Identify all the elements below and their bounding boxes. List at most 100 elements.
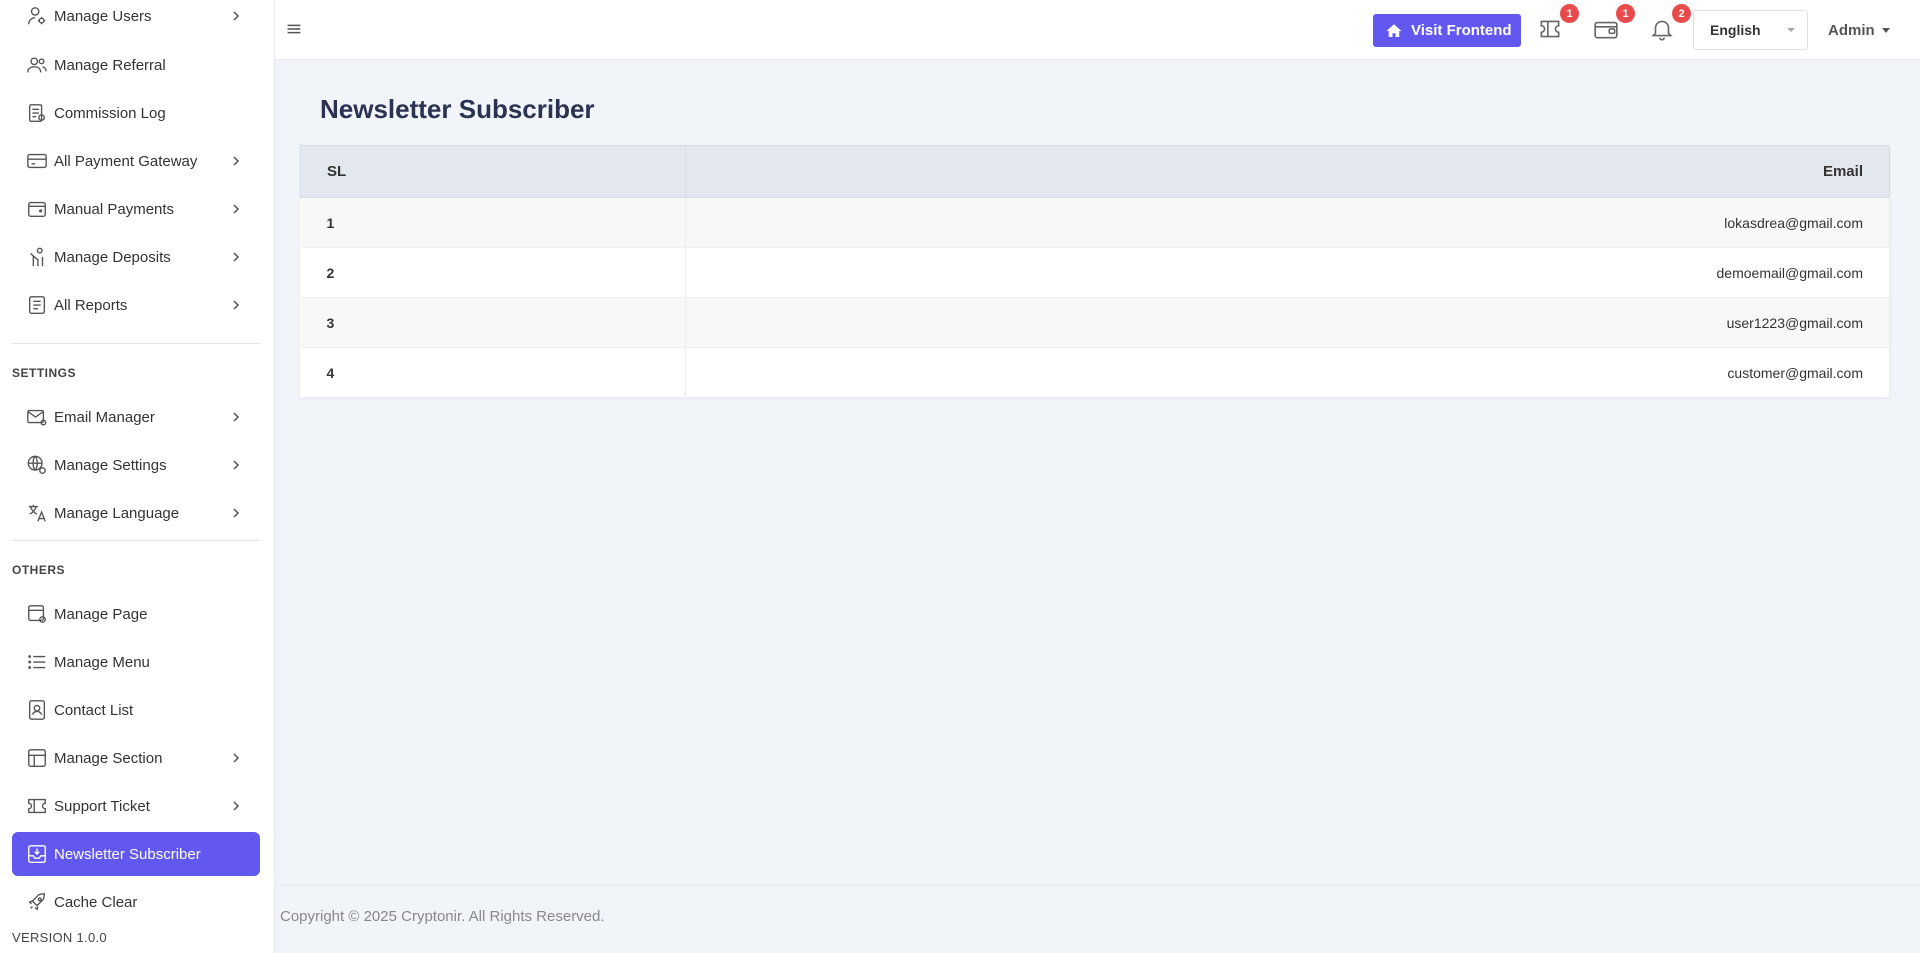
sidebar-divider: [12, 343, 260, 344]
footer: Copyright © 2025 Cryptonir. All Rights R…: [275, 885, 1920, 953]
admin-name: Admin: [1828, 22, 1875, 39]
sidebar-item-manage-language[interactable]: Manage Language: [12, 491, 260, 535]
chevron-right-icon: [233, 300, 240, 310]
sidebar-item-contact-list[interactable]: Contact List: [12, 688, 260, 732]
notification-badge: 2: [1672, 4, 1691, 23]
sidebar-item-label: Manage Deposits: [54, 248, 171, 266]
table-row: 4 customer@gmail.com: [300, 347, 1890, 398]
chevron-right-icon: [233, 11, 240, 21]
sidebar-item-label: Manage Referral: [54, 56, 166, 74]
ticket-icon: [24, 793, 50, 819]
sidebar-item-label: Contact List: [54, 701, 134, 719]
layout-icon: [24, 745, 50, 771]
sidebar-item-label: Cache Clear: [54, 893, 138, 911]
rocket-icon: [24, 889, 50, 915]
report-icon: [24, 292, 50, 318]
hamburger-menu-icon[interactable]: [283, 18, 305, 40]
chevron-right-icon: [233, 204, 240, 214]
globe-gear-icon: [24, 452, 50, 478]
sidebar-divider: [12, 540, 260, 541]
chevron-right-icon: [233, 156, 240, 166]
column-header-sl: SL: [300, 145, 686, 198]
chevron-right-icon: [233, 508, 240, 518]
table-row: 3 user1223@gmail.com: [300, 297, 1890, 348]
cell-email: customer@gmail.com: [685, 347, 1890, 398]
contact-icon: [24, 697, 50, 723]
sidebar-item-label: All Reports: [54, 296, 128, 314]
chevron-right-icon: [233, 753, 240, 763]
ticket-icon[interactable]: 1: [1537, 4, 1579, 44]
page-title: Newsletter Subscriber: [320, 94, 595, 124]
chevron-right-icon: [233, 412, 240, 422]
table-row: 2 demoemail@gmail.com: [300, 247, 1890, 298]
chevron-down-icon: [1881, 28, 1890, 33]
sidebar-item-label: Newsletter Subscriber: [54, 845, 201, 863]
subscriber-table: SL Email 1 lokasdrea@gmail.com 2 demoema…: [300, 145, 1890, 398]
sidebar-item-manual-payments[interactable]: Manual Payments: [12, 187, 260, 231]
sidebar-item-label: Manage Section: [54, 749, 163, 767]
sidebar-item-label: Manage Users: [54, 7, 152, 25]
table-row: 1 lokasdrea@gmail.com: [300, 197, 1890, 248]
list-icon: [24, 649, 50, 675]
sidebar-item-manage-menu[interactable]: Manage Menu: [12, 640, 260, 684]
sidebar-item-newsletter-subscriber[interactable]: Newsletter Subscriber: [12, 832, 260, 876]
cell-email: demoemail@gmail.com: [685, 247, 1890, 298]
sidebar-item-label: All Payment Gateway: [54, 152, 198, 170]
user-gear-icon: [24, 3, 50, 29]
sidebar: Manage Users Manage Referral Commission …: [0, 0, 275, 953]
sidebar-item-cache-clear[interactable]: Cache Clear: [12, 880, 260, 924]
sidebar-item-manage-section[interactable]: Manage Section: [12, 736, 260, 780]
chevron-down-icon: [1787, 28, 1795, 32]
document-icon: [24, 100, 50, 126]
cell-sl: 3: [300, 297, 686, 348]
cell-sl: 1: [300, 197, 686, 248]
cell-sl: 4: [300, 347, 686, 398]
bell-icon[interactable]: 2: [1649, 4, 1691, 44]
version-label: VERSION 1.0.0: [12, 930, 107, 945]
sidebar-item-manage-deposits[interactable]: Manage Deposits: [12, 235, 260, 279]
section-title-others: OTHERS: [12, 563, 66, 577]
sidebar-item-label: Manage Settings: [54, 456, 167, 474]
home-icon: [1386, 23, 1402, 37]
sidebar-item-label: Manage Page: [54, 605, 148, 623]
mail-gear-icon: [24, 404, 50, 430]
sidebar-item-label: Support Ticket: [54, 797, 150, 815]
ticket-badge: 1: [1560, 4, 1579, 23]
sidebar-item-manage-page[interactable]: Manage Page: [12, 592, 260, 636]
translate-icon: [24, 500, 50, 526]
chevron-right-icon: [233, 460, 240, 470]
sidebar-item-label: Email Manager: [54, 408, 155, 426]
copyright-text: Copyright © 2025 Cryptonir. All Rights R…: [280, 908, 605, 925]
cell-email: lokasdrea@gmail.com: [685, 197, 1890, 248]
chevron-right-icon: [233, 801, 240, 811]
language-select[interactable]: English: [1693, 10, 1808, 50]
top-header: Visit Frontend 1 1 2 English Admin: [275, 0, 1920, 60]
sidebar-item-label: Manage Language: [54, 504, 180, 522]
page-gear-icon: [24, 601, 50, 627]
section-title-settings: SETTINGS: [12, 366, 77, 380]
sidebar-item-all-reports[interactable]: All Reports: [12, 283, 260, 327]
credit-card-icon: [24, 148, 50, 174]
chevron-right-icon: [233, 252, 240, 262]
wallet-icon[interactable]: 1: [1593, 4, 1635, 44]
users-icon: [24, 52, 50, 78]
sidebar-item-manage-settings[interactable]: Manage Settings: [12, 443, 260, 487]
wallet-badge: 1: [1616, 4, 1635, 23]
sidebar-item-email-manager[interactable]: Email Manager: [12, 395, 260, 439]
visit-frontend-label: Visit Frontend: [1411, 22, 1512, 39]
sidebar-item-manage-referral[interactable]: Manage Referral: [12, 43, 260, 87]
sidebar-item-label: Manage Menu: [54, 653, 150, 671]
admin-dropdown[interactable]: Admin: [1828, 22, 1890, 39]
cell-sl: 2: [300, 247, 686, 298]
sidebar-item-manage-users[interactable]: Manage Users: [12, 0, 260, 38]
language-value: English: [1710, 22, 1761, 38]
inbox-icon: [24, 841, 50, 867]
sidebar-item-label: Commission Log: [54, 104, 166, 122]
sidebar-item-support-ticket[interactable]: Support Ticket: [12, 784, 260, 828]
sidebar-item-label: Manual Payments: [54, 200, 175, 218]
sidebar-item-all-payment-gateway[interactable]: All Payment Gateway: [12, 139, 260, 183]
cell-email: user1223@gmail.com: [685, 297, 1890, 348]
column-header-email: Email: [685, 145, 1890, 198]
sidebar-item-commission-log[interactable]: Commission Log: [12, 91, 260, 135]
visit-frontend-button[interactable]: Visit Frontend: [1373, 14, 1521, 47]
